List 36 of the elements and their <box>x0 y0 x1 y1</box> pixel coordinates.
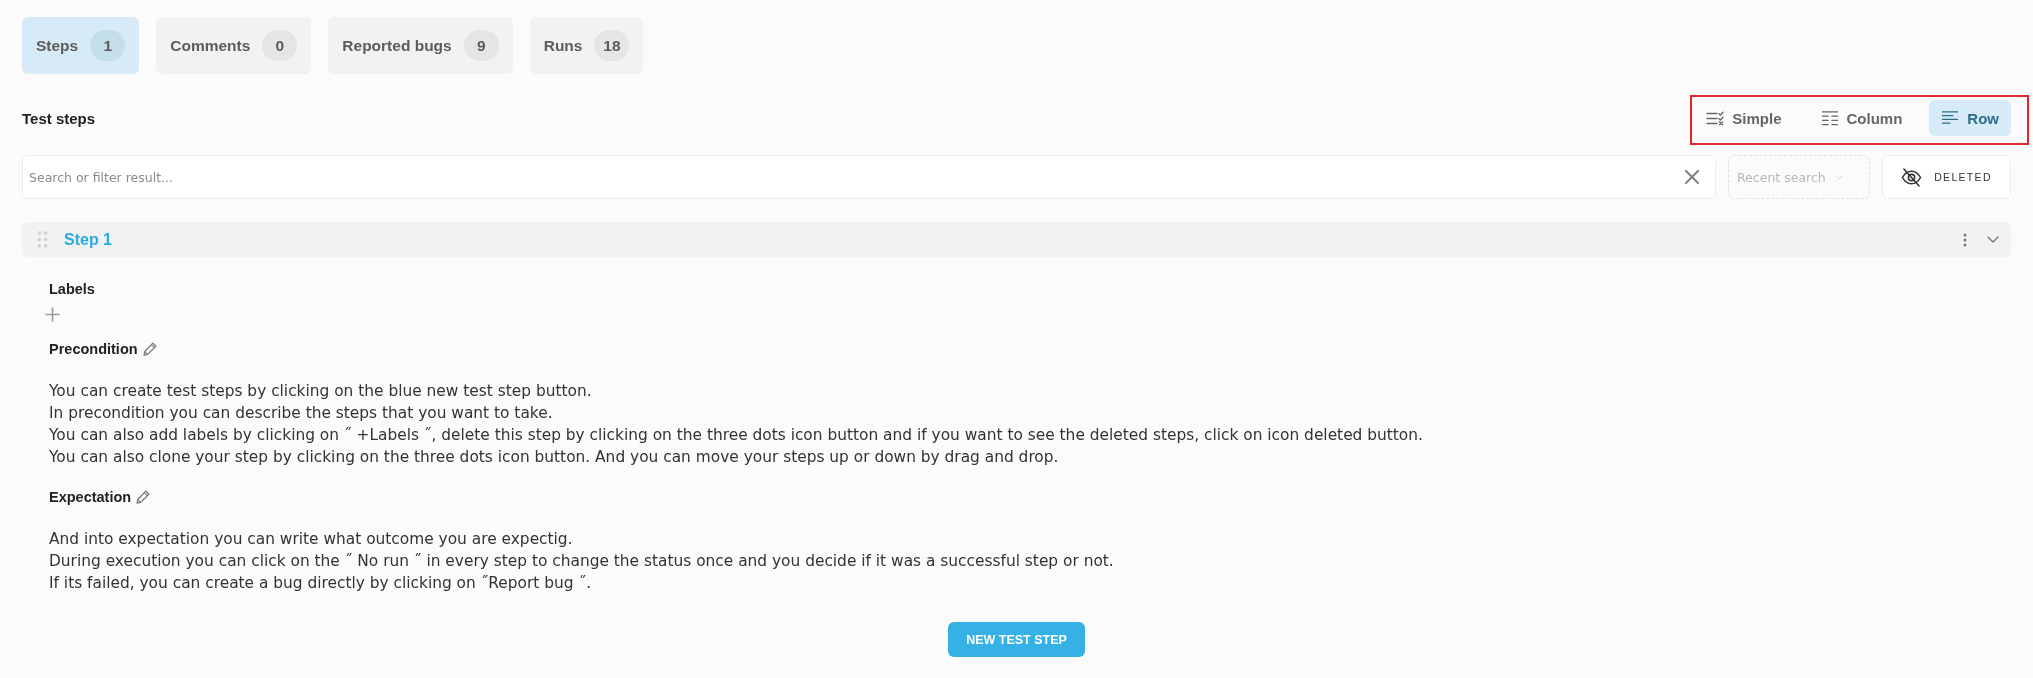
count-badge: 18 <box>594 30 630 61</box>
eye-slash-icon <box>1901 167 1923 187</box>
section-title: Test steps <box>22 109 96 127</box>
view-mode-button[interactable]: Column <box>1808 100 1915 136</box>
tab[interactable]: Steps 1 <box>22 17 140 74</box>
view-mode-button[interactable]: Simple <box>1694 100 1794 136</box>
plus-icon[interactable] <box>45 307 60 322</box>
description-text: If its failed, you can create a bug directly by clicking on ˝Report bug ˝. <box>49 573 592 594</box>
text-lines-icon <box>1941 110 1960 126</box>
deleted-button[interactable]: DELETED <box>1882 155 2011 199</box>
tab[interactable]: Runs 18 <box>529 17 644 74</box>
columns-icon <box>1820 110 1839 126</box>
caret-icon <box>1835 174 1843 180</box>
count-badge: 1 <box>90 30 126 61</box>
close-icon[interactable] <box>1685 170 1699 184</box>
drag-handle-icon[interactable] <box>37 231 48 248</box>
pencil-icon[interactable] <box>136 490 151 504</box>
count-badge: 9 <box>463 30 499 61</box>
description-text: In precondition you can describe the steps that you want to take. <box>49 403 553 424</box>
more-icon[interactable] <box>1963 232 1967 247</box>
description-text: You can create test steps by clicking on the blue new test step button. <box>49 381 592 402</box>
view-mode-button[interactable]: Row <box>1929 100 2011 136</box>
chevron-icon[interactable] <box>1987 236 1999 243</box>
labels-heading: Labels <box>49 280 95 299</box>
description-text: And into expectation you can write what outcome you are expectig. <box>49 529 573 550</box>
pencil-icon[interactable] <box>142 342 157 356</box>
checklist-icon <box>1706 110 1725 126</box>
count-badge: 0 <box>262 30 298 61</box>
field-heading: Precondition <box>49 340 138 359</box>
tab[interactable]: Comments 0 <box>156 17 312 74</box>
description-text: You can also add labels by clicking on ˝ +Labels ˝, delete this step by clicking on the three dots icon button and if you want to see the deleted steps, click on icon deleted button. <box>49 425 1423 446</box>
description-text: You can also clone your step by clicking on the three dots icon button. And you can move your steps up or down by drag and drop. <box>49 447 1059 468</box>
search-field[interactable]: Search or filter result... <box>22 155 1716 199</box>
tab[interactable]: Reported bugs 9 <box>328 17 513 74</box>
description-text: During execution you can click on the ˝ No run ˝ in every step to change the status once and you decide if it was a successful step or not. <box>49 551 1114 572</box>
field-heading: Expectation <box>49 488 132 507</box>
